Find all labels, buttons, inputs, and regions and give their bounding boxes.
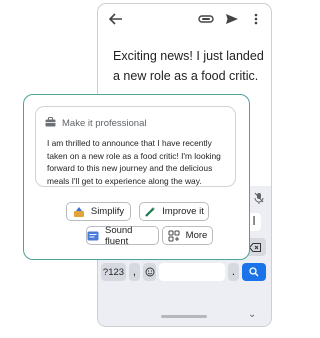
send-icon[interactable] bbox=[224, 11, 240, 27]
email-body[interactable]: Exciting news! I just landed a new role … bbox=[113, 46, 268, 86]
more-button[interactable]: More bbox=[162, 226, 213, 245]
rewrite-preview[interactable]: Make it professional I am thrilled to an… bbox=[35, 106, 236, 187]
rewrite-title: Make it professional bbox=[62, 117, 147, 129]
more-options-icon bbox=[168, 230, 180, 242]
improve-label: Improve it bbox=[162, 206, 204, 217]
symbols-key[interactable]: ?123 bbox=[101, 263, 126, 281]
search-key[interactable] bbox=[242, 263, 266, 281]
improve-it-button[interactable]: Improve it bbox=[139, 202, 209, 221]
simplify-icon bbox=[73, 206, 85, 218]
rewritten-text: I am thrilled to announce that I have re… bbox=[47, 138, 221, 186]
improve-icon bbox=[144, 206, 156, 218]
keyboard-hide-icon[interactable]: ⌄ bbox=[248, 309, 256, 320]
home-indicator[interactable] bbox=[161, 315, 207, 318]
attach-icon[interactable] bbox=[198, 11, 214, 27]
compose-toolbar bbox=[98, 4, 271, 34]
rewrite-suggestion-card: Make it professional I am thrilled to an… bbox=[23, 94, 250, 260]
emoji-key[interactable] bbox=[143, 263, 156, 281]
rewrite-header: Make it professional bbox=[45, 116, 146, 130]
simplify-button[interactable]: Simplify bbox=[66, 202, 131, 221]
sound-fluent-icon bbox=[87, 230, 99, 242]
period-key[interactable]: . bbox=[228, 263, 239, 281]
space-key[interactable] bbox=[159, 263, 225, 281]
comma-key[interactable]: , bbox=[129, 263, 140, 281]
mic-off-icon[interactable] bbox=[252, 192, 266, 204]
sound-fluent-button[interactable]: Sound fluent bbox=[86, 224, 159, 247]
back-arrow-icon[interactable] bbox=[108, 11, 124, 27]
simplify-label: Simplify bbox=[90, 206, 125, 217]
more-vert-icon[interactable] bbox=[248, 11, 264, 27]
briefcase-icon bbox=[45, 116, 56, 130]
navigation-bar: ⌄ bbox=[98, 306, 271, 326]
sound-fluent-label: Sound fluent bbox=[105, 224, 133, 247]
more-label: More bbox=[185, 230, 208, 241]
